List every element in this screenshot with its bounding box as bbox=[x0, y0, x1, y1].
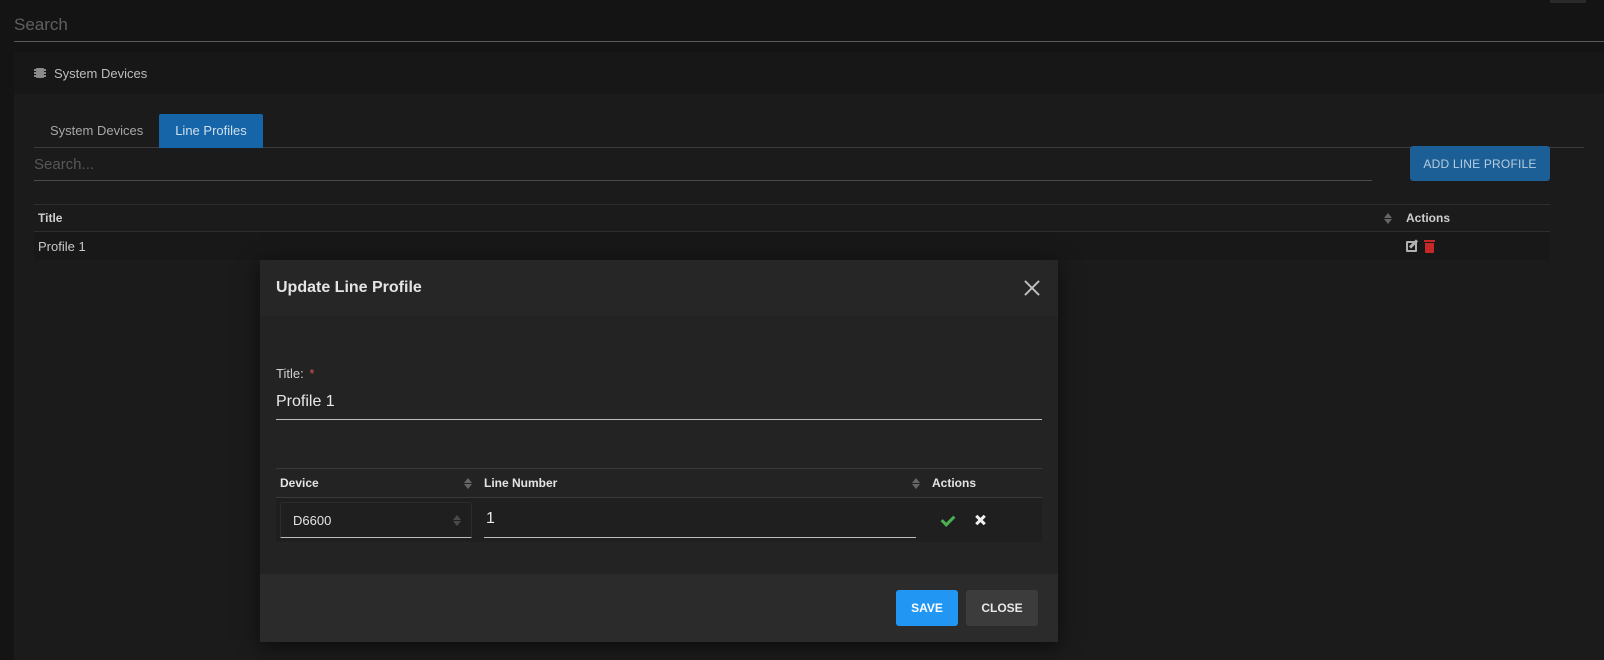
line-profile-search-input[interactable] bbox=[34, 148, 1372, 180]
sort-icon[interactable] bbox=[464, 477, 472, 489]
required-mark: * bbox=[309, 366, 315, 381]
title-field bbox=[276, 386, 1042, 420]
line-profile-search bbox=[34, 148, 1372, 181]
dialog-footer: SAVE CLOSE bbox=[260, 574, 1058, 642]
tabs: System Devices Line Profiles bbox=[34, 114, 1584, 148]
row-actions bbox=[1402, 239, 1550, 253]
column-header-actions: Actions bbox=[932, 476, 977, 490]
column-header-line-number[interactable]: Line Number bbox=[480, 476, 928, 490]
chevron-updown-icon bbox=[453, 514, 461, 526]
update-line-profile-dialog: Update Line Profile Title: * Device Line… bbox=[260, 260, 1058, 642]
table-row[interactable]: Profile 1 bbox=[34, 232, 1550, 260]
sort-icon[interactable] bbox=[912, 477, 920, 489]
line-number-field bbox=[484, 502, 916, 538]
save-button[interactable]: SAVE bbox=[896, 590, 958, 626]
column-header-actions: Actions bbox=[1406, 211, 1451, 225]
panel-header: System Devices bbox=[14, 52, 1604, 94]
global-search-input[interactable] bbox=[14, 6, 1604, 40]
x-icon[interactable] bbox=[974, 514, 986, 526]
tab-system-devices[interactable]: System Devices bbox=[34, 114, 159, 148]
column-header-title-label: Title bbox=[38, 211, 63, 225]
row-actions bbox=[928, 513, 1042, 527]
dialog-header: Update Line Profile bbox=[260, 260, 1058, 316]
tab-line-profiles[interactable]: Line Profiles bbox=[159, 114, 263, 148]
line-number-cell bbox=[480, 502, 928, 538]
line-profiles-table: Title Actions Profile 1 bbox=[34, 204, 1550, 260]
column-header-device-label: Device bbox=[280, 476, 319, 490]
table-row: D6600 bbox=[276, 498, 1042, 542]
global-search bbox=[14, 6, 1604, 42]
add-line-profile-button[interactable]: ADD LINE PROFILE bbox=[1410, 146, 1550, 181]
device-select[interactable]: D6600 bbox=[280, 502, 472, 538]
title-field-label: Title: * bbox=[276, 366, 314, 381]
trash-icon[interactable] bbox=[1424, 239, 1435, 253]
sort-icon[interactable] bbox=[1384, 212, 1392, 224]
chip-icon bbox=[34, 67, 46, 79]
title-input[interactable] bbox=[276, 386, 1042, 418]
column-header-title[interactable]: Title bbox=[34, 211, 1402, 225]
dialog-body: Title: * Device Line Number Actions bbox=[260, 316, 1058, 574]
table-header: Title Actions bbox=[34, 204, 1550, 232]
top-corner-bar bbox=[1550, 0, 1586, 3]
row-title: Profile 1 bbox=[38, 238, 86, 254]
lines-table-header: Device Line Number Actions bbox=[276, 468, 1042, 498]
device-select-value: D6600 bbox=[293, 512, 332, 528]
close-icon[interactable] bbox=[1022, 278, 1042, 298]
check-icon[interactable] bbox=[940, 513, 954, 527]
column-header-line-number-label: Line Number bbox=[484, 476, 558, 490]
lines-table: Device Line Number Actions D6600 bbox=[276, 468, 1042, 542]
column-header-device[interactable]: Device bbox=[276, 476, 480, 490]
line-number-input[interactable] bbox=[484, 502, 916, 536]
close-button[interactable]: CLOSE bbox=[966, 590, 1038, 626]
panel-title: System Devices bbox=[54, 65, 148, 81]
title-label-text: Title: bbox=[276, 366, 304, 381]
device-cell: D6600 bbox=[276, 502, 480, 538]
edit-icon[interactable] bbox=[1406, 239, 1420, 253]
dialog-title: Update Line Profile bbox=[276, 279, 422, 296]
